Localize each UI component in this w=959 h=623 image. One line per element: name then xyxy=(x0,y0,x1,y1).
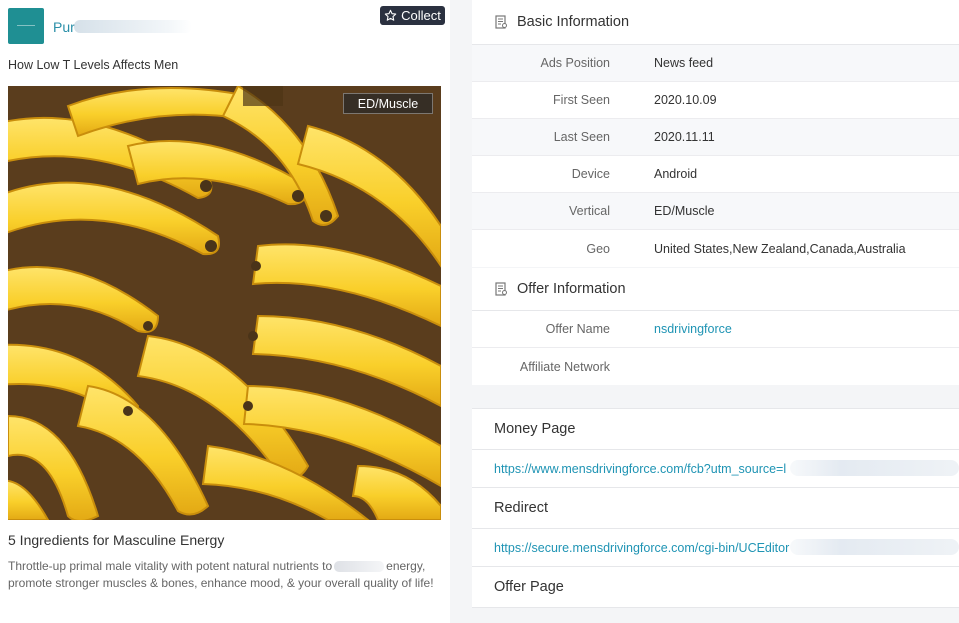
ad-preview-card: Pur Collect How Low T Levels Affects Men xyxy=(0,0,450,623)
redirect-link[interactable]: https://secure.mensdrivingforce.com/cgi-… xyxy=(494,541,789,555)
landing-pages: Money Page https://www.mensdrivingforce.… xyxy=(472,408,959,608)
ad-description-part1: Throttle-up primal male vitality with po… xyxy=(8,559,333,573)
money-page-header: Money Page xyxy=(472,408,959,450)
page-avatar[interactable] xyxy=(8,8,44,44)
info-label: Affiliate Network xyxy=(519,359,610,374)
info-label: First Seen xyxy=(553,93,610,107)
offer-page-header: Offer Page xyxy=(472,566,959,608)
basic-information-section: Basic Information Ads Position News feed… xyxy=(472,0,959,267)
info-label: Vertical xyxy=(569,204,610,218)
bananas-illustration xyxy=(8,86,441,520)
page-name-redaction xyxy=(74,20,192,33)
info-value: 2020.11.11 xyxy=(654,130,715,144)
ad-image-bananas[interactable] xyxy=(8,86,441,520)
info-row-device: Device Android xyxy=(472,156,959,193)
url-redaction xyxy=(790,460,959,476)
info-row-vertical: Vertical ED/Muscle xyxy=(472,193,959,230)
offer-name-link[interactable]: nsdrivingforce xyxy=(654,322,732,336)
collect-label: Collect xyxy=(401,8,441,23)
ad-headline: How Low T Levels Affects Men xyxy=(8,58,179,72)
ad-title: 5 Ingredients for Masculine Energy xyxy=(8,532,225,548)
info-value: United States,New Zealand,Canada,Austral… xyxy=(654,241,906,256)
info-label: Ads Position xyxy=(540,56,610,70)
info-value: 2020.10.09 xyxy=(654,93,717,107)
info-label: Device xyxy=(571,167,610,181)
info-row-ads-position: Ads Position News feed xyxy=(472,45,959,82)
offer-information-section: Offer Information Offer Name nsdrivingfo… xyxy=(472,268,959,385)
details-panel: Basic Information Ads Position News feed… xyxy=(472,0,959,623)
info-row-last-seen: Last Seen 2020.11.11 xyxy=(472,119,959,156)
info-label: Last Seen xyxy=(553,130,610,144)
info-value: ED/Muscle xyxy=(654,204,715,218)
basic-information-title: Basic Information xyxy=(517,14,630,30)
collect-button[interactable]: Collect xyxy=(380,6,445,25)
document-icon xyxy=(494,15,508,29)
info-label: Geo xyxy=(586,241,610,256)
document-icon xyxy=(494,282,508,296)
vertical-tag: ED/Muscle xyxy=(343,93,433,114)
offer-information-title: Offer Information xyxy=(517,281,626,297)
info-row-offer-name: Offer Name nsdrivingforce xyxy=(472,311,959,348)
info-row-affiliate-network: Affiliate Network xyxy=(472,348,959,385)
info-row-geo: Geo United States,New Zealand,Canada,Aus… xyxy=(472,230,959,267)
page-name[interactable]: Pur xyxy=(53,19,75,35)
money-page-link[interactable]: https://www.mensdrivingforce.com/fcb?utm… xyxy=(494,462,786,476)
money-page-url[interactable]: https://www.mensdrivingforce.com/fcb?utm… xyxy=(472,450,959,487)
info-row-first-seen: First Seen 2020.10.09 xyxy=(472,82,959,119)
star-outline-icon xyxy=(384,9,397,21)
ad-description: Throttle-up primal male vitality with po… xyxy=(8,558,438,592)
offer-information-header: Offer Information xyxy=(472,268,959,311)
url-redaction xyxy=(790,539,959,555)
redirect-header: Redirect xyxy=(472,487,959,529)
info-label: Offer Name xyxy=(545,322,610,336)
redirect-url[interactable]: https://secure.mensdrivingforce.com/cgi-… xyxy=(472,529,959,566)
description-redaction xyxy=(334,561,385,573)
info-value: News feed xyxy=(654,56,714,70)
basic-information-header: Basic Information xyxy=(472,0,959,45)
info-value: Android xyxy=(654,167,698,181)
